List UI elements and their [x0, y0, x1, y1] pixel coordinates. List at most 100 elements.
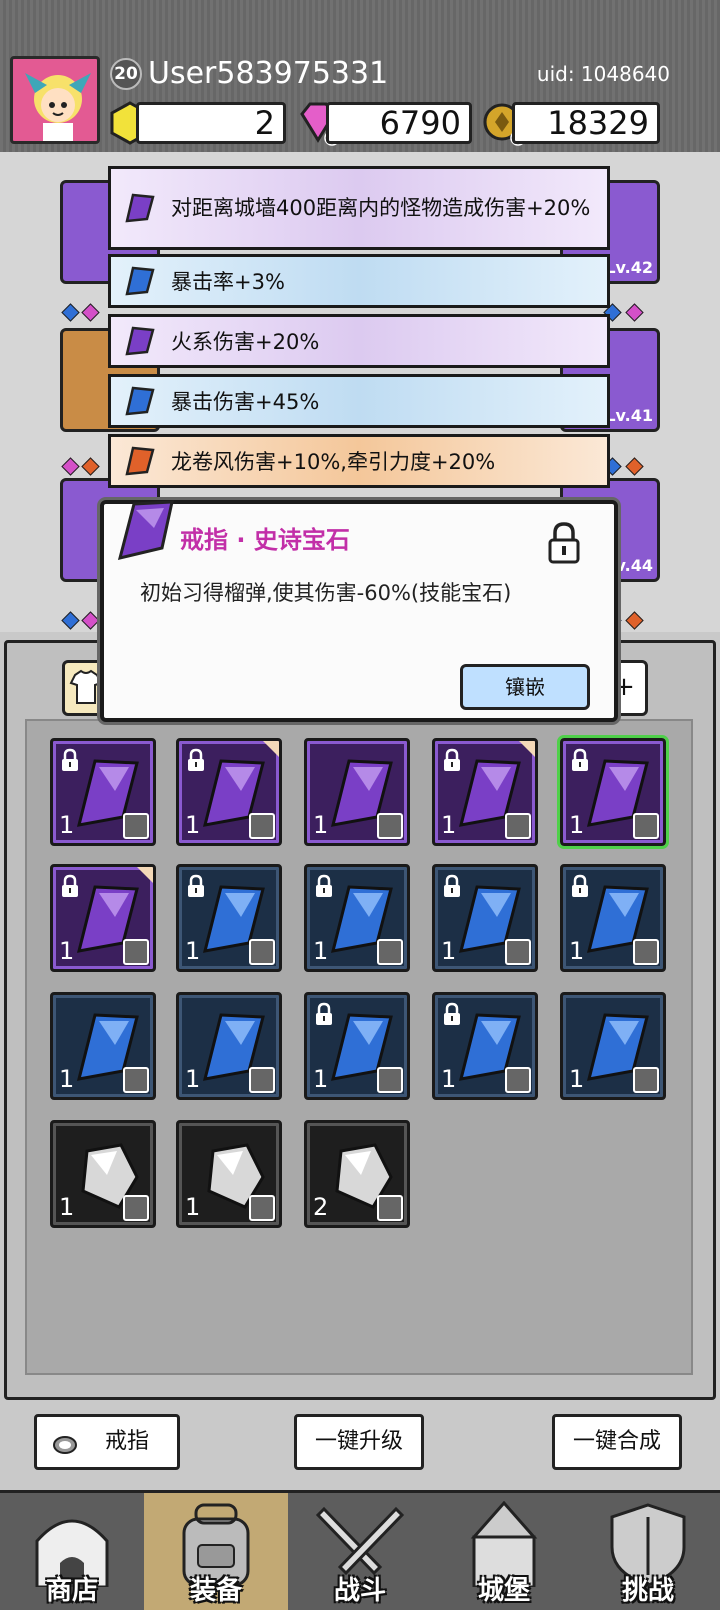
ring-slot-icon	[123, 813, 149, 839]
gem-detail-popup: 戒指 · 史诗宝石 初始习得榴弹,使其伤害-60%(技能宝石) 镶嵌	[100, 500, 618, 722]
stat-line: 暴击率+3%	[108, 254, 610, 308]
nav-shop[interactable]: 商店	[0, 1493, 144, 1610]
ring-slot-icon	[377, 1195, 403, 1221]
inventory-gem-slot[interactable]: 1	[560, 864, 666, 972]
inventory-gem-slot[interactable]: 1	[176, 1120, 282, 1228]
gold-gem-amount: 2	[136, 102, 286, 144]
inventory-gem-slot[interactable]: 1	[304, 864, 410, 972]
inventory-gem-slot[interactable]: 1	[560, 992, 666, 1100]
gem-count: 1	[59, 1193, 75, 1221]
ring-slot-icon	[505, 939, 531, 965]
nav-label: 战斗	[333, 1576, 386, 1606]
nav-challenge[interactable]: 挑战	[576, 1493, 720, 1610]
gem-count: 1	[441, 937, 457, 965]
lock-icon	[572, 748, 588, 771]
inventory-gem-slot[interactable]: 1	[50, 992, 156, 1100]
gem-count: 1	[441, 811, 457, 839]
ring-slot-icon	[249, 1195, 275, 1221]
inventory-gem-slot[interactable]: 1	[176, 864, 282, 972]
stat-line: 龙卷风伤害+10%,牵引力度+20%	[108, 434, 610, 488]
gem-count: 1	[569, 811, 585, 839]
inventory-gem-slot[interactable]: 1	[50, 864, 156, 972]
lock-icon	[444, 1002, 460, 1025]
gem-count: 1	[441, 1065, 457, 1093]
new-corner-tag	[519, 741, 535, 757]
gem-count: 1	[185, 1065, 201, 1093]
ring-slot-icon	[123, 939, 149, 965]
orange-gem-icon	[125, 446, 155, 476]
avatar[interactable]	[10, 56, 100, 144]
epic-gem-icon	[117, 500, 174, 561]
inventory-gem-slot[interactable]: 1	[304, 738, 410, 846]
filter-ring-button[interactable]: 戒指	[34, 1414, 180, 1470]
ring-slot-icon	[249, 813, 275, 839]
blue-gem-icon	[125, 266, 155, 296]
nav-battle[interactable]: 战斗	[288, 1493, 432, 1610]
ring-slot-icon	[505, 1067, 531, 1093]
gem-count: 2	[313, 1193, 329, 1221]
gem-count: 1	[59, 1065, 75, 1093]
inventory-gem-slot[interactable]: 1	[304, 992, 410, 1100]
gem-count: 1	[569, 1065, 585, 1093]
lock-icon	[62, 874, 78, 897]
lock-icon	[188, 748, 204, 771]
inventory-gem-slot[interactable]: 1	[432, 738, 538, 846]
inventory-gem-slot[interactable]: 1	[50, 1120, 156, 1228]
new-corner-tag	[137, 867, 153, 883]
stat-text: 暴击率+3%	[171, 270, 285, 294]
gem-count: 1	[185, 937, 201, 965]
gem-count: 1	[185, 1193, 201, 1221]
new-corner-tag	[263, 741, 279, 757]
lock-icon	[572, 874, 588, 897]
gem-count: 1	[59, 811, 75, 839]
purple-gem-icon	[125, 193, 155, 223]
player-level-badge: 20	[110, 58, 142, 90]
ring-icon	[53, 1436, 77, 1454]
ring-slot-icon	[123, 1067, 149, 1093]
lock-icon[interactable]	[544, 520, 584, 566]
stat-text: 暴击伤害+45%	[171, 390, 320, 414]
inventory-gem-slot[interactable]: 1	[176, 738, 282, 846]
blue-gem-icon	[125, 386, 155, 416]
nav-castle[interactable]: 城堡	[432, 1493, 576, 1610]
gem-count: 1	[313, 811, 329, 839]
inventory-gem-slot[interactable]: 1	[557, 735, 669, 849]
inventory-gem-slot[interactable]: 2	[304, 1120, 410, 1228]
nav-label: 城堡	[477, 1576, 530, 1606]
lock-icon	[62, 748, 78, 771]
nav-label: 挑战	[621, 1576, 674, 1606]
ring-slot-icon	[633, 939, 659, 965]
ring-slot-icon	[123, 1195, 149, 1221]
stat-line: 暴击伤害+45%	[108, 374, 610, 428]
inventory-gem-slot[interactable]: 1	[50, 738, 156, 846]
stat-line: 对距离城墙400距离内的怪物造成伤害+20%	[108, 166, 610, 250]
lock-icon	[444, 748, 460, 771]
embed-button[interactable]: 镶嵌	[460, 664, 590, 710]
inventory-gem-slot[interactable]: 1	[432, 864, 538, 972]
coin-amount: 18329	[512, 102, 660, 144]
upgrade-all-button[interactable]: 一键升级	[294, 1414, 424, 1470]
avatar-character-icon	[25, 73, 91, 141]
inventory-gem-slot[interactable]: 1	[176, 992, 282, 1100]
gem-count: 1	[185, 811, 201, 839]
ring-slot-icon	[505, 813, 531, 839]
merge-all-button[interactable]: 一键合成	[552, 1414, 682, 1470]
ring-slot-icon	[377, 813, 403, 839]
bottom-nav: 商店 装备 战斗 城堡 挑战	[0, 1490, 720, 1610]
ring-slot-icon	[249, 1067, 275, 1093]
lock-icon	[316, 874, 332, 897]
filter-label: 戒指	[104, 1429, 149, 1454]
top-bar: 20 User583975331 uid: 1048640 2 + 6790 +…	[0, 0, 720, 152]
inventory-gem-slot[interactable]: 1	[432, 992, 538, 1100]
stat-text: 龙卷风伤害+10%,牵引力度+20%	[171, 450, 496, 474]
stat-line: 火系伤害+20%	[108, 314, 610, 368]
nav-equipment[interactable]: 装备	[144, 1493, 288, 1610]
popup-description: 初始习得榴弹,使其伤害-60%(技能宝石)	[140, 581, 512, 605]
popup-title: 戒指 · 史诗宝石	[180, 526, 350, 554]
stat-text: 火系伤害+20%	[171, 330, 320, 354]
stat-text: 对距离城墙400距离内的怪物造成伤害+20%	[171, 195, 591, 220]
ring-slot-icon	[377, 1067, 403, 1093]
lock-icon	[444, 874, 460, 897]
gem-count: 1	[59, 937, 75, 965]
ring-slot-icon	[633, 1067, 659, 1093]
